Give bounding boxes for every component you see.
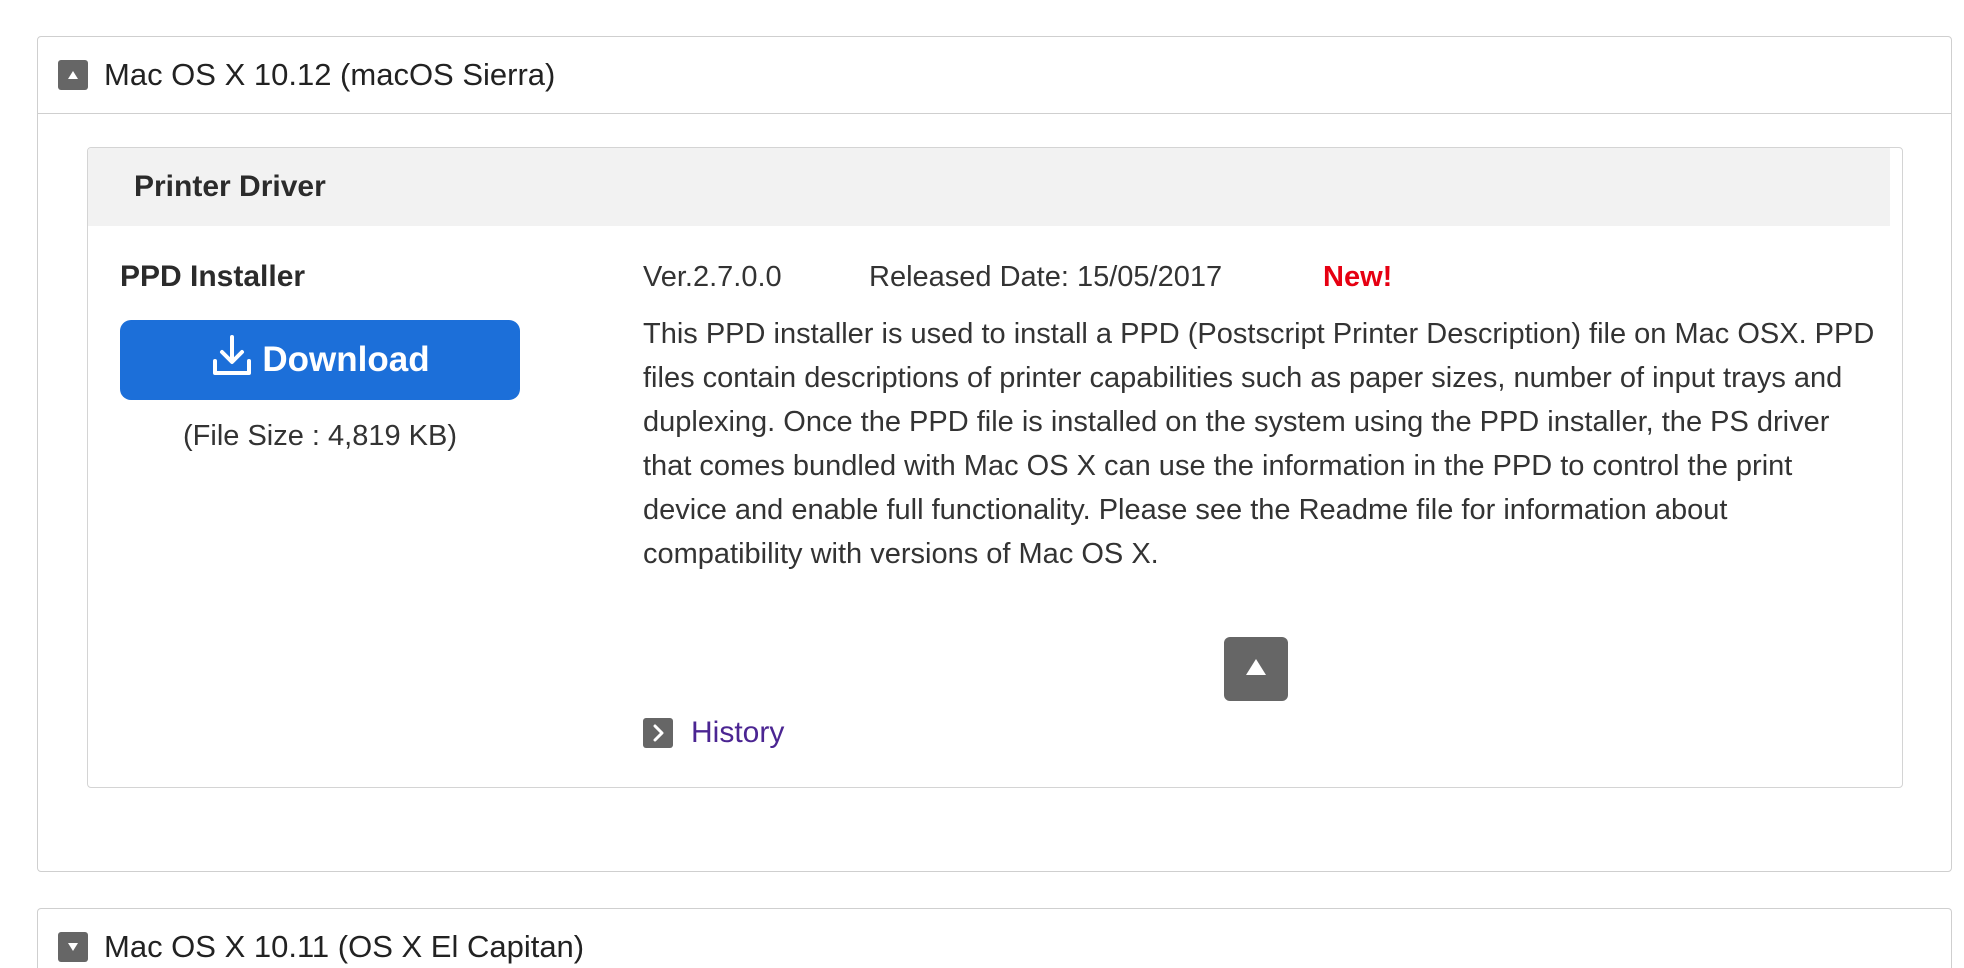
file-size: (File Size : 4,819 KB) bbox=[183, 420, 457, 452]
triangle-up-icon bbox=[1245, 658, 1267, 681]
description: This PPD installer is used to install a … bbox=[643, 318, 1875, 570]
os-section-el-capitan: Mac OS X 10.11 (OS X El Capitan) bbox=[37, 908, 1952, 968]
os-section-macos-sierra: Mac OS X 10.12 (macOS Sierra) Printer Dr… bbox=[37, 36, 1952, 872]
driver-category-title: Printer Driver bbox=[134, 170, 326, 203]
chevron-right-icon bbox=[643, 718, 673, 748]
details-column: Ver.2.7.0.0 Released Date: 15/05/2017 Ne… bbox=[643, 256, 1883, 576]
new-badge: New! bbox=[1323, 260, 1393, 293]
os-section-title: Mac OS X 10.12 (macOS Sierra) bbox=[104, 57, 556, 92]
panel-header: Printer Driver bbox=[88, 148, 1890, 226]
product-name: PPD Installer bbox=[120, 260, 306, 293]
download-label: Download bbox=[262, 340, 430, 379]
page: Mac OS X 10.12 (macOS Sierra) Printer Dr… bbox=[0, 0, 1964, 968]
os-section-header-el-capitan[interactable]: Mac OS X 10.11 (OS X El Capitan) bbox=[38, 909, 1951, 968]
os-section-header-macos-sierra[interactable]: Mac OS X 10.12 (macOS Sierra) bbox=[38, 37, 1951, 114]
download-column: PPD Installer Download (File Size : 4,81… bbox=[120, 260, 520, 453]
expand-down-icon[interactable] bbox=[58, 932, 88, 962]
printer-driver-panel: Printer Driver PPD Installer Download (F… bbox=[87, 147, 1903, 788]
collapse-up-icon[interactable] bbox=[58, 60, 88, 90]
history-link[interactable]: History bbox=[643, 716, 784, 750]
meta-row: Ver.2.7.0.0 Released Date: 15/05/2017 Ne… bbox=[643, 256, 1883, 298]
download-button[interactable]: Download bbox=[120, 320, 520, 400]
scroll-top-button[interactable] bbox=[1224, 637, 1288, 701]
released-date: Released Date: 15/05/2017 bbox=[869, 260, 1223, 293]
download-icon bbox=[210, 333, 262, 388]
version: Ver.2.7.0.0 bbox=[643, 260, 782, 293]
history-label: History bbox=[691, 716, 785, 749]
os-section-title: Mac OS X 10.11 (OS X El Capitan) bbox=[104, 929, 585, 964]
